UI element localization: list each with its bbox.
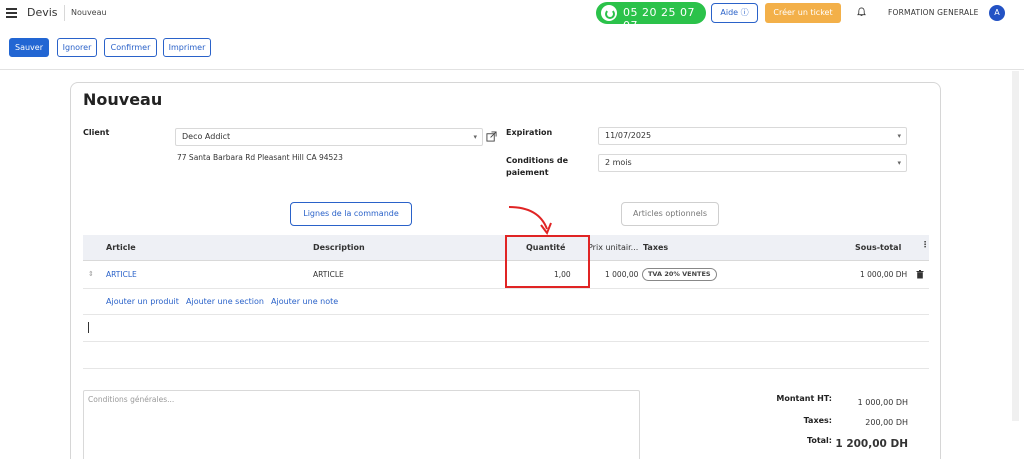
- headset-icon: [601, 5, 617, 21]
- trash-icon[interactable]: [916, 270, 924, 279]
- column-taxes[interactable]: Taxes: [643, 243, 668, 252]
- add-section-link[interactable]: Ajouter une section: [186, 297, 264, 306]
- save-button[interactable]: Sauver: [9, 38, 49, 57]
- confirm-button[interactable]: Confirmer: [104, 38, 157, 57]
- company-name[interactable]: FORMATION GENERALE: [888, 8, 979, 17]
- add-product-link[interactable]: Ajouter un produit: [106, 297, 179, 306]
- app-title[interactable]: Devis: [27, 6, 58, 19]
- annotation-arrow-icon: [508, 206, 552, 236]
- help-button[interactable]: Aide ⓘ: [711, 3, 758, 23]
- ignore-button[interactable]: Ignorer: [57, 38, 97, 57]
- external-link-icon[interactable]: [486, 131, 497, 142]
- chevron-down-icon: ▾: [473, 133, 477, 141]
- payment-terms-label-line2: paiement: [506, 168, 549, 177]
- chevron-down-icon: ▾: [897, 132, 901, 140]
- tax-badge[interactable]: TVA 20% VENTES: [642, 268, 717, 281]
- text-cursor: [88, 322, 89, 333]
- avatar[interactable]: A: [989, 5, 1005, 21]
- row-description[interactable]: ARTICLE: [313, 270, 344, 279]
- expiration-field[interactable]: 11/07/2025 ▾: [598, 127, 907, 145]
- expiration-value: 11/07/2025: [605, 131, 652, 140]
- row-unit-price[interactable]: 1 000,00: [605, 270, 638, 279]
- payment-terms-label: Conditions de paiement: [506, 155, 568, 179]
- client-label: Client: [83, 128, 110, 137]
- breadcrumb: Nouveau: [71, 8, 107, 17]
- total-label: Total:: [806, 436, 832, 445]
- payment-terms-label-line1: Conditions de: [506, 156, 568, 165]
- chevron-down-icon: ▾: [897, 159, 901, 167]
- tab-optional-items[interactable]: Articles optionnels: [621, 202, 719, 226]
- column-subtotal[interactable]: Sous-total: [855, 243, 901, 252]
- add-note-link[interactable]: Ajouter une note: [271, 297, 338, 306]
- client-field[interactable]: Deco Addict ▾: [175, 128, 483, 146]
- payment-terms-field[interactable]: 2 mois ▾: [598, 154, 907, 172]
- create-ticket-button[interactable]: Créer un ticket: [765, 3, 841, 23]
- action-bar: Sauver Ignorer Confirmer Imprimer: [0, 28, 1024, 70]
- terms-field[interactable]: Conditions générales...: [83, 390, 640, 459]
- add-line-actions: Ajouter un produit Ajouter une section A…: [83, 290, 929, 315]
- drag-handle-icon[interactable]: ⇕: [88, 270, 94, 278]
- phone-button[interactable]: 05 20 25 07 07: [596, 2, 706, 32]
- column-article[interactable]: Article: [106, 243, 136, 252]
- menu-icon[interactable]: [6, 8, 17, 18]
- row-subtotal: 1 000,00 DH: [860, 270, 908, 279]
- empty-line-row[interactable]: [83, 316, 929, 342]
- scrollbar[interactable]: [1012, 71, 1019, 421]
- total-value: 1 200,00 DH: [835, 438, 908, 450]
- payment-terms-value: 2 mois: [605, 158, 632, 167]
- page-title: Nouveau: [83, 90, 163, 109]
- quantity-highlight-box: [505, 235, 590, 288]
- taxes-value: 200,00 DH: [865, 418, 908, 427]
- total-ht-value: 1 000,00 DH: [857, 398, 908, 407]
- top-navbar: Devis Nouveau 05 20 25 07 07 Aide ⓘ Crée…: [0, 0, 1024, 32]
- blank-row: [83, 343, 929, 369]
- column-description[interactable]: Description: [313, 243, 365, 252]
- expiration-label: Expiration: [506, 128, 553, 137]
- client-value: Deco Addict: [182, 132, 231, 141]
- nav-divider: [64, 5, 65, 21]
- total-ht-label: Montant HT:: [776, 394, 832, 403]
- row-article[interactable]: ARTICLE: [106, 270, 137, 279]
- bell-icon[interactable]: [857, 7, 866, 17]
- client-address: 77 Santa Barbara Rd Pleasant Hill CA 945…: [177, 153, 343, 162]
- column-options-icon[interactable]: ⋮: [921, 240, 929, 249]
- taxes-label: Taxes:: [803, 416, 832, 425]
- column-unit-price[interactable]: Prix unitair...: [588, 243, 638, 252]
- print-button[interactable]: Imprimer: [163, 38, 211, 57]
- tab-order-lines[interactable]: Lignes de la commande: [290, 202, 412, 226]
